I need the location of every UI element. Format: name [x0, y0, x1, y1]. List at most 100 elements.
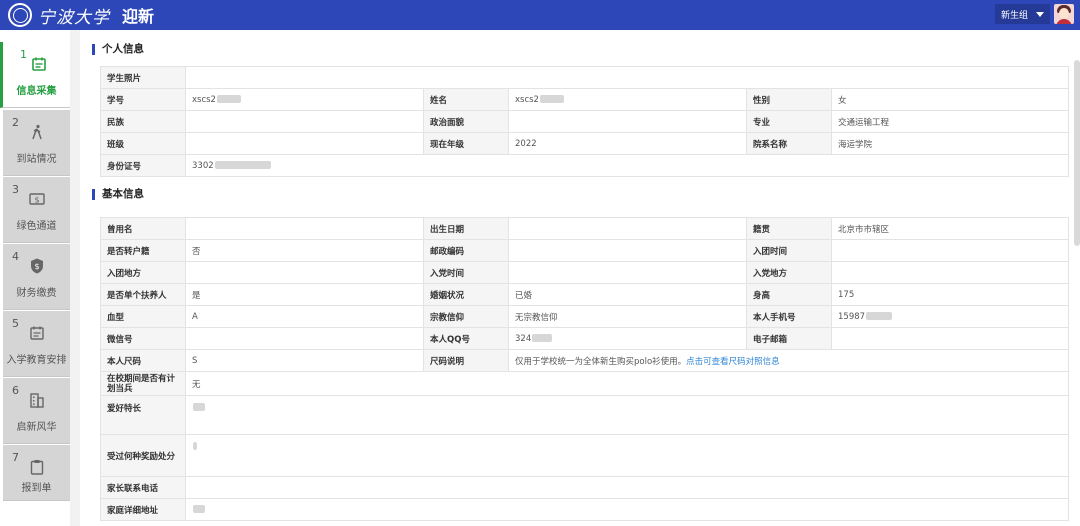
name-value: xscs2 [508, 88, 747, 111]
field-label: 入党地方 [746, 261, 832, 284]
university-name: 宁波大学 [38, 7, 110, 28]
religion-value: 无宗教信仰 [508, 305, 747, 328]
college-value: 海运学院 [831, 132, 1069, 155]
money-icon: $ [29, 193, 45, 205]
size-note-value: 仅用于学校统一为全体新生购买polo衫使用。点击可查看尺码对照信息 [508, 349, 1069, 372]
table-row: 受过何种奖励处分 [100, 434, 1069, 477]
table-row: 家长联系电话 [100, 476, 1069, 499]
table-row: 曾用名 出生日期 籍贯 北京市市辖区 [100, 217, 1069, 240]
step-enrollment-education[interactable]: 5 入学教育安排 [3, 311, 70, 377]
field-label: 院系名称 [746, 132, 832, 155]
field-label: 身高 [746, 283, 832, 306]
student-photo[interactable] [185, 66, 1069, 89]
table-row: 是否单个扶养人 是 婚姻状况 已婚 身高 175 [100, 283, 1069, 306]
size-chart-link[interactable]: 点击可查看尺码对照信息 [686, 357, 780, 367]
calendar-icon [32, 57, 46, 71]
step-green-channel[interactable]: 3 $ 绿色通道 [3, 177, 70, 243]
step-qixin-fenghua[interactable]: 6 启新风华 [3, 378, 70, 444]
field-label: 曾用名 [100, 217, 186, 240]
field-label: 是否单个扶养人 [100, 283, 186, 306]
app-title: 迎新 [122, 7, 155, 26]
personal-info-table: 学生照片 学号 xscs2 姓名 xscs2 性别 女 民族 政治面貌 专业 交… [100, 66, 1069, 177]
gender-value: 女 [831, 88, 1069, 111]
step-number: 6 [12, 384, 19, 397]
postcode-value [508, 239, 747, 262]
top-header: 宁波大学 迎新 新生组 [0, 0, 1080, 30]
field-label: 身份证号 [100, 154, 186, 177]
student-id-value: xscs2 [185, 88, 424, 111]
table-row: 学号 xscs2 姓名 xscs2 性别 女 [100, 88, 1069, 111]
basic-info-table: 曾用名 出生日期 籍贯 北京市市辖区 是否转户籍 否 邮政编码 入团时间 入团地… [100, 217, 1069, 521]
step-number: 3 [12, 183, 19, 196]
parent-phone-value [185, 476, 1069, 499]
party-place-value [831, 261, 1069, 284]
field-label: 尺码说明 [423, 349, 509, 372]
field-label: 性别 [746, 88, 832, 111]
step-number: 2 [12, 116, 19, 129]
field-label: 姓名 [423, 88, 509, 111]
birth-value [508, 217, 747, 240]
table-row: 民族 政治面貌 专业 交通运输工程 [100, 110, 1069, 133]
field-label: 学生照片 [100, 66, 186, 89]
field-label: 爱好特长 [100, 395, 186, 435]
league-place-value [185, 261, 424, 284]
field-label: 入团时间 [746, 239, 832, 262]
field-label: 邮政编码 [423, 239, 509, 262]
qq-value: 324 [508, 327, 747, 350]
step-info-collection[interactable]: 1 信息采集 [0, 42, 70, 108]
personal-info-title: 个人信息 [92, 44, 144, 55]
step-label: 到站情况 [16, 154, 57, 165]
major-value: 交通运输工程 [831, 110, 1069, 133]
field-label: 是否转户籍 [100, 239, 186, 262]
university-logo[interactable]: 宁波大学 [0, 0, 110, 30]
field-label: 班级 [100, 132, 186, 155]
email-value [831, 327, 1069, 350]
user-role-dropdown[interactable]: 新生组 [994, 4, 1050, 24]
former-name-value [185, 217, 424, 240]
field-label: 家长联系电话 [100, 476, 186, 499]
step-label: 信息采集 [16, 86, 57, 97]
field-label: 专业 [746, 110, 832, 133]
field-label: 微信号 [100, 327, 186, 350]
user-role-label: 新生组 [1000, 10, 1028, 21]
field-label: 学号 [100, 88, 186, 111]
field-label: 本人尺码 [100, 349, 186, 372]
vertical-scrollbar[interactable] [1074, 60, 1080, 246]
idcard-value: 3302 [185, 154, 1069, 177]
field-label: 入团地方 [100, 261, 186, 284]
table-row: 家庭详细地址 [100, 498, 1069, 521]
field-label: 婚姻状况 [423, 283, 509, 306]
field-label: 受过何种奖励处分 [100, 434, 186, 477]
step-registration-form[interactable]: 7 报到单 [3, 445, 70, 501]
native-value: 北京市市辖区 [831, 217, 1069, 240]
blood-value: A [185, 305, 424, 328]
step-number: 5 [12, 317, 19, 330]
step-finance[interactable]: 4 $ 财务缴费 [3, 244, 70, 310]
field-label: 家庭详细地址 [100, 498, 186, 521]
step-arrival[interactable]: 2 到站情况 [3, 110, 70, 176]
step-number: 7 [12, 451, 19, 464]
table-row: 爱好特长 [100, 395, 1069, 435]
table-row: 学生照片 [100, 66, 1069, 89]
shield-dollar-icon: $ [31, 258, 43, 274]
svg-text:$: $ [34, 196, 39, 205]
step-number: 1 [20, 48, 27, 61]
step-label: 绿色通道 [16, 221, 57, 232]
svg-text:$: $ [34, 262, 39, 271]
avatar[interactable] [1054, 4, 1074, 24]
field-label: 在校期间是否有计划当兵 [100, 371, 186, 396]
height-value: 175 [831, 283, 1069, 306]
field-label: 政治面貌 [423, 110, 509, 133]
award-value [185, 434, 1069, 477]
step-label: 入学教育安排 [6, 355, 67, 366]
main-content[interactable]: 个人信息 学生照片 学号 xscs2 姓名 xscs2 性别 女 民族 政治面貌… [80, 30, 1080, 526]
table-row: 微信号 本人QQ号 324 电子邮箱 [100, 327, 1069, 350]
hobby-value [185, 395, 1069, 435]
league-time-value [831, 239, 1069, 262]
field-label: 血型 [100, 305, 186, 328]
field-label: 宗教信仰 [423, 305, 509, 328]
ethnicity-value [185, 110, 424, 133]
calendar-icon [30, 326, 44, 340]
single-parent-value: 是 [185, 283, 424, 306]
class-value [185, 132, 424, 155]
